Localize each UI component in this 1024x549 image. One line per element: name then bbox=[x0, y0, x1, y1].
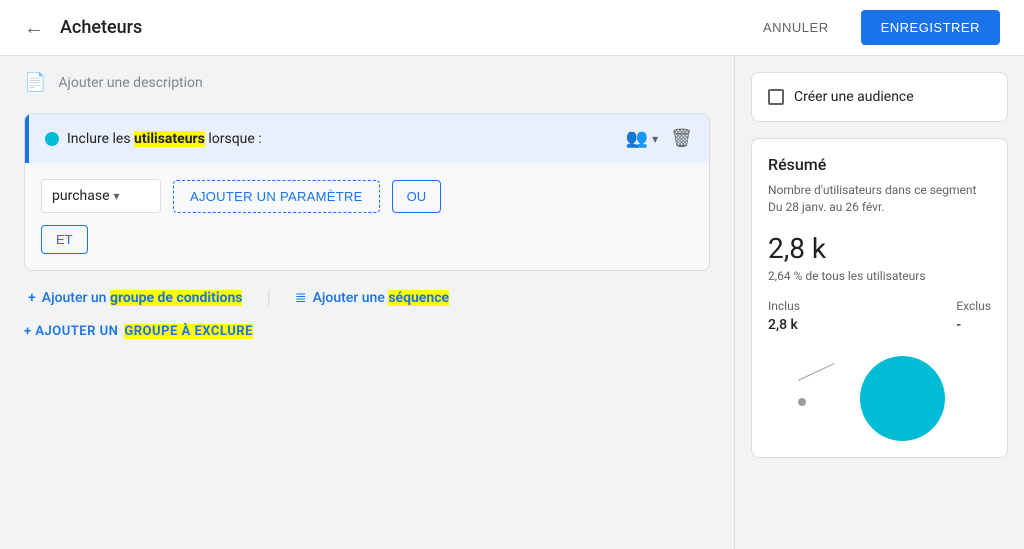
add-exclude-row: + AJOUTER UN GROUPE À EXCLURE bbox=[24, 324, 710, 339]
delete-icon[interactable]: 🗑 bbox=[670, 128, 693, 149]
audience-card: Créer une audience bbox=[751, 72, 1008, 122]
description-placeholder[interactable]: Ajouter une description bbox=[58, 75, 202, 91]
inclus-col: Inclus 2,8 k bbox=[768, 299, 800, 333]
condition-header: Inclure les utilisateurs lorsque : 👥 ▾ 🗑 bbox=[25, 114, 709, 163]
chart-dot bbox=[798, 398, 806, 406]
add-exclude-group-link[interactable]: + AJOUTER UN GROUPE À EXCLURE bbox=[24, 324, 710, 339]
include-text: Inclure les utilisateurs lorsque : bbox=[67, 131, 262, 147]
add-group-label: Ajouter un groupe de conditions bbox=[42, 290, 243, 306]
add-sequence-link[interactable]: ≣ Ajouter une séquence bbox=[295, 290, 449, 306]
create-audience-checkbox[interactable] bbox=[768, 89, 784, 105]
header-right: ANNULER ENREGISTRER bbox=[747, 10, 1000, 45]
add-exclude-highlight: GROUPE À EXCLURE bbox=[124, 324, 253, 339]
cancel-button[interactable]: ANNULER bbox=[747, 12, 845, 43]
add-condition-group-link[interactable]: + Ajouter un groupe de conditions bbox=[28, 290, 242, 306]
people-icon: 👥 bbox=[626, 128, 648, 149]
event-select[interactable]: purchase ▾ bbox=[41, 179, 161, 213]
plus-icon: + bbox=[28, 290, 36, 306]
create-audience-label: Créer une audience bbox=[794, 89, 914, 105]
condition-body: purchase ▾ AJOUTER UN PARAMÈTRE OU ET bbox=[25, 163, 709, 270]
summary-title: Résumé bbox=[768, 155, 991, 174]
exclus-value: - bbox=[956, 317, 991, 333]
include-highlighted: utilisateurs bbox=[134, 131, 205, 147]
include-prefix: Inclure les bbox=[67, 131, 134, 147]
chart-circle bbox=[860, 356, 945, 441]
header-left: ← Acheteurs bbox=[24, 15, 142, 40]
page-title: Acheteurs bbox=[60, 17, 142, 38]
summary-user-count: 2,8 k bbox=[768, 232, 991, 265]
condition-row: purchase ▾ AJOUTER UN PARAMÈTRE OU bbox=[41, 179, 693, 213]
summary-subtitle-text: Nombre d'utilisateurs dans ce segmentDu … bbox=[768, 183, 976, 214]
condition-group: Inclure les utilisateurs lorsque : 👥 ▾ 🗑… bbox=[24, 113, 710, 271]
ou-button[interactable]: OU bbox=[392, 180, 442, 213]
description-row: 📄 Ajouter une description bbox=[24, 72, 710, 93]
left-panel: 📄 Ajouter une description Inclure les ut… bbox=[0, 56, 734, 549]
back-arrow-icon[interactable]: ← bbox=[24, 15, 44, 40]
summary-card: Résumé Nombre d'utilisateurs dans ce seg… bbox=[751, 138, 1008, 458]
document-icon: 📄 bbox=[24, 72, 46, 93]
header: ← Acheteurs ANNULER ENREGISTRER bbox=[0, 0, 1024, 56]
sequence-icon: ≣ bbox=[295, 290, 307, 306]
exclus-col: Exclus - bbox=[956, 299, 991, 333]
exclus-label: Exclus bbox=[956, 299, 991, 313]
et-button[interactable]: ET bbox=[41, 225, 88, 254]
right-panel: Créer une audience Résumé Nombre d'utili… bbox=[734, 56, 1024, 549]
inclus-label: Inclus bbox=[768, 299, 800, 313]
add-sequence-prefix: Ajouter une bbox=[313, 290, 389, 306]
add-sequence-highlight: séquence bbox=[388, 290, 449, 306]
audience-checkbox-row: Créer une audience bbox=[768, 89, 991, 105]
add-group-row: + Ajouter un groupe de conditions | ≣ Aj… bbox=[24, 287, 710, 308]
add-group-highlight: groupe de conditions bbox=[110, 290, 243, 306]
summary-stats-row: Inclus 2,8 k Exclus - bbox=[768, 299, 991, 333]
chevron-down-icon: ▾ bbox=[114, 189, 120, 203]
chart-line bbox=[798, 363, 835, 381]
condition-header-left: Inclure les utilisateurs lorsque : bbox=[45, 131, 262, 147]
event-name: purchase bbox=[52, 188, 110, 204]
chevron-down-icon: ▾ bbox=[652, 132, 658, 146]
separator: | bbox=[266, 287, 270, 308]
include-suffix: lorsque : bbox=[205, 131, 262, 147]
people-icon-button[interactable]: 👥 ▾ bbox=[626, 128, 658, 149]
chart-area bbox=[768, 341, 991, 441]
add-parameter-button[interactable]: AJOUTER UN PARAMÈTRE bbox=[173, 180, 380, 213]
add-sequence-label: Ajouter une séquence bbox=[313, 290, 449, 306]
summary-percent: 2,64 % de tous les utilisateurs bbox=[768, 269, 991, 283]
add-exclude-label-prefix: + AJOUTER UN bbox=[24, 324, 118, 339]
et-row: ET bbox=[41, 225, 693, 254]
condition-header-right: 👥 ▾ 🗑 bbox=[626, 128, 693, 149]
add-group-prefix: Ajouter un bbox=[42, 290, 110, 306]
include-dot bbox=[45, 132, 59, 146]
summary-subtitle: Nombre d'utilisateurs dans ce segmentDu … bbox=[768, 182, 991, 216]
main-content: 📄 Ajouter une description Inclure les ut… bbox=[0, 56, 1024, 549]
inclus-value: 2,8 k bbox=[768, 317, 800, 333]
save-button[interactable]: ENREGISTRER bbox=[861, 10, 1000, 45]
